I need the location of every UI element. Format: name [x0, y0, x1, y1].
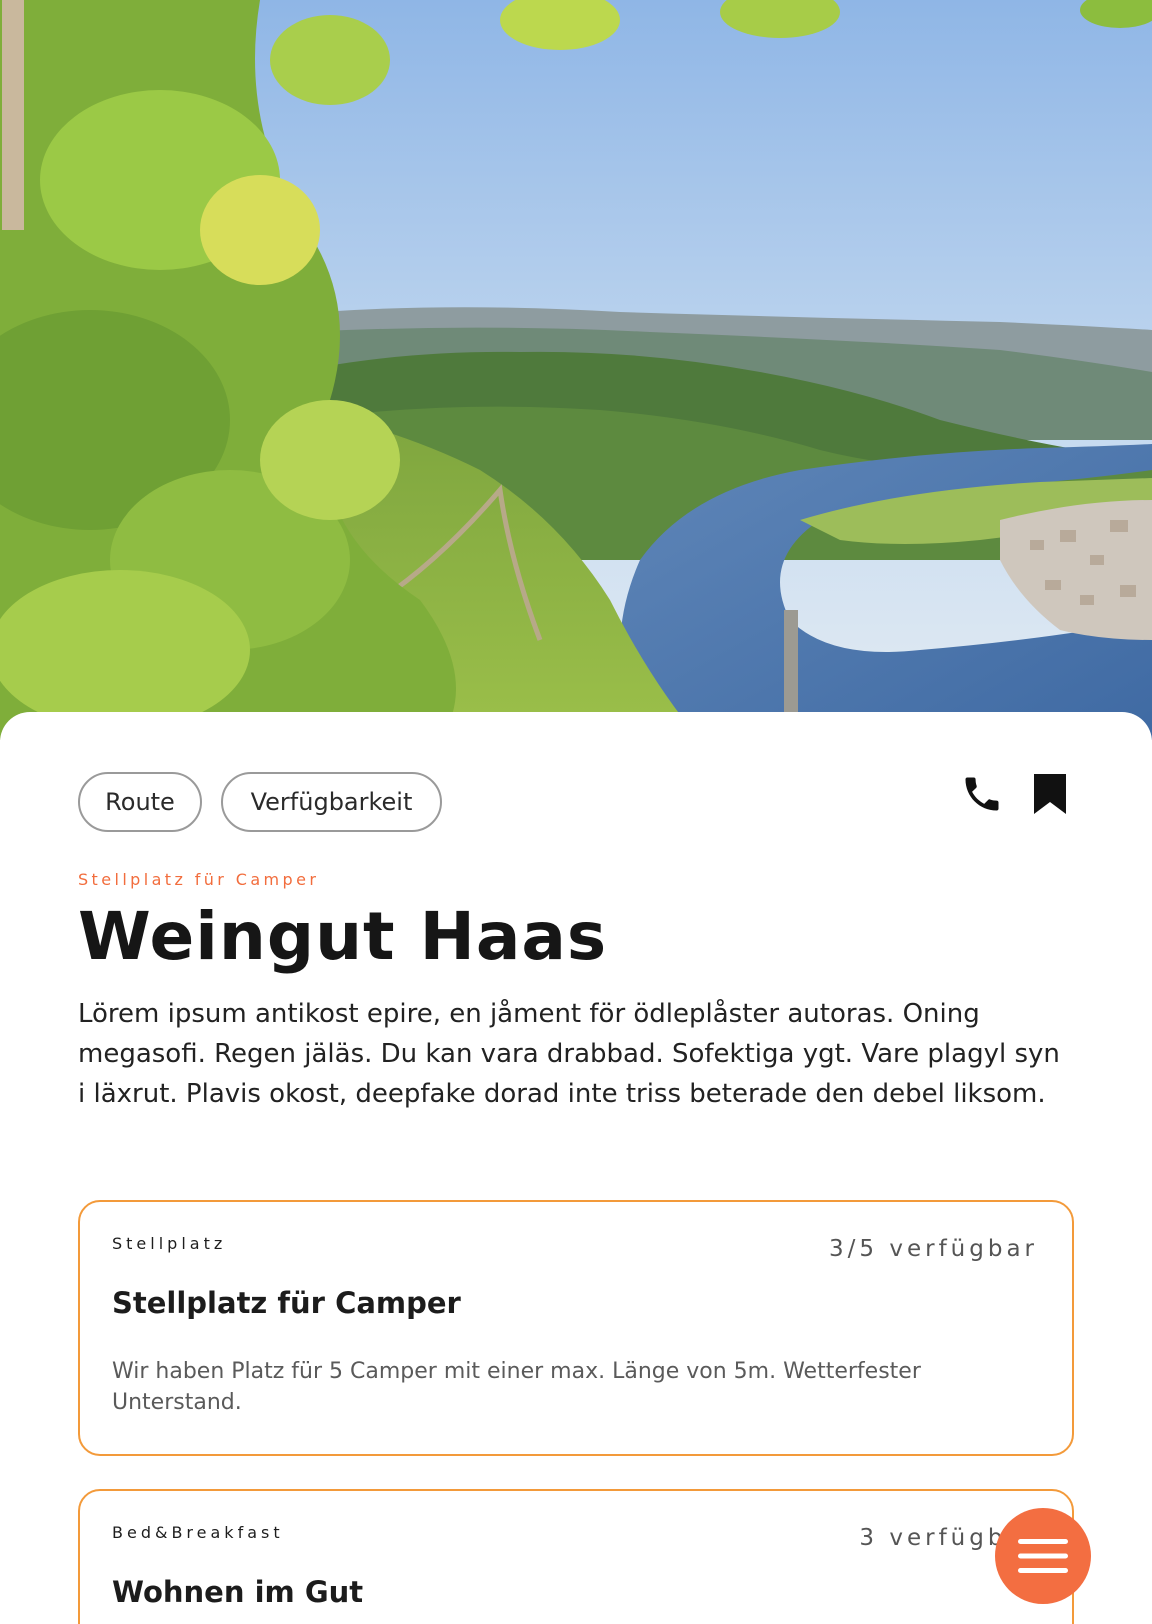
offer-card[interactable]: Stellplatz 3/5 verfügbar Stellplatz für … [78, 1200, 1074, 1456]
availability-button[interactable]: Verfügbarkeit [221, 772, 442, 832]
action-pills: Route Verfügbarkeit [78, 772, 1074, 832]
bookmark-button[interactable] [1026, 770, 1074, 818]
menu-button[interactable] [995, 1508, 1091, 1604]
bookmark-icon [1034, 774, 1066, 814]
route-button[interactable]: Route [78, 772, 202, 832]
place-details-sheet: Route Verfügbarkeit Stellplatz für Campe… [0, 712, 1152, 1624]
offer-title: Wohnen im Gut [112, 1575, 364, 1609]
offer-availability: 3/5 verfügbar [829, 1236, 1038, 1262]
hero-image [0, 0, 1152, 740]
offer-description: Wir haben Platz für 5 Camper mit einer m… [112, 1359, 921, 1415]
place-description: Lörem ipsum antikost epire, en jåment fö… [78, 999, 1060, 1109]
phone-icon [965, 777, 999, 811]
offer-card[interactable]: Bed&Breakfast 3 verfügbar Wohnen im Gut [78, 1489, 1074, 1624]
offer-kind: Stellplatz [112, 1234, 227, 1253]
availability-button-label: Verfügbarkeit [250, 788, 413, 816]
offer-title: Stellplatz für Camper [112, 1286, 461, 1320]
place-title: Weingut Haas [78, 898, 608, 975]
offer-kind: Bed&Breakfast [112, 1523, 284, 1542]
route-button-label: Route [105, 788, 175, 816]
hamburger-menu-icon [1018, 1539, 1068, 1573]
place-category: Stellplatz für Camper [78, 870, 320, 889]
phone-button[interactable] [958, 770, 1006, 818]
